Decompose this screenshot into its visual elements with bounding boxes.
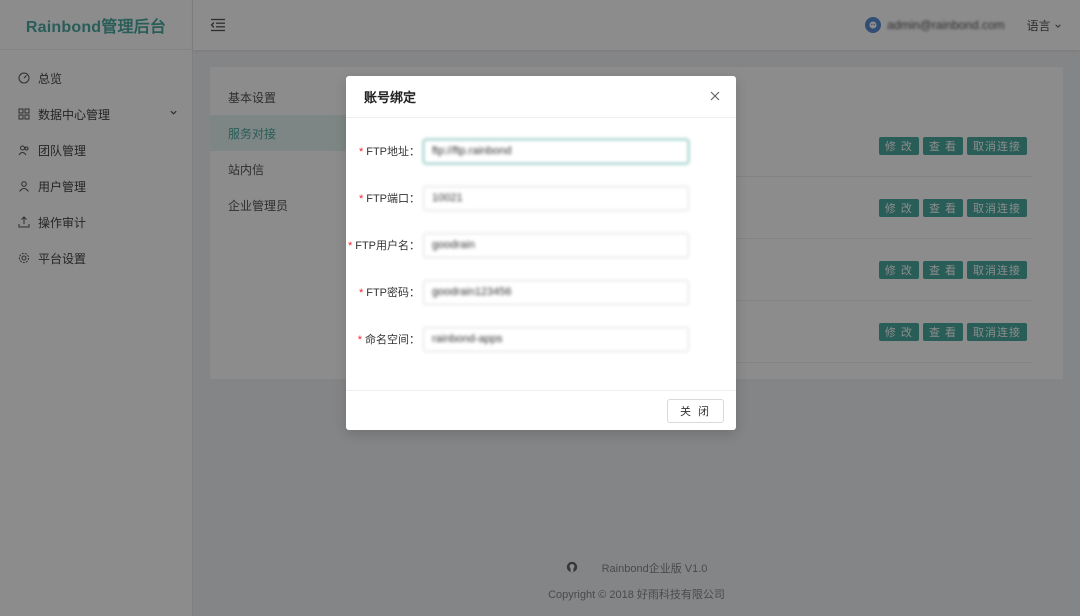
field-label: * FTP密码： — [358, 287, 420, 299]
field-label: * FTP地址： — [358, 146, 420, 158]
ftp-address-input[interactable] — [423, 138, 689, 164]
form-row-ftp-port: * FTP端口： — [346, 185, 736, 211]
close-button[interactable]: 关 闭 — [666, 398, 724, 423]
modal-footer: 关 闭 — [346, 390, 736, 430]
close-icon[interactable] — [708, 89, 722, 103]
required-mark: * — [358, 146, 364, 158]
required-mark: * — [358, 193, 364, 205]
required-mark: * — [358, 287, 364, 299]
account-binding-modal: 账号绑定 *FTP地址： *FTP端口： *FTP用户名： *FTP密码： *命… — [346, 76, 736, 430]
form-row-namespace: * 命名空间： — [346, 326, 736, 352]
field-label: * FTP端口： — [358, 193, 420, 205]
required-mark: * — [357, 334, 362, 346]
field-label: * FTP用户名： — [347, 240, 420, 252]
form-row-ftp-password: * FTP密码： — [346, 279, 736, 305]
required-mark: * — [347, 240, 353, 252]
modal-title: 账号绑定 — [364, 90, 417, 105]
modal-header: 账号绑定 — [346, 76, 736, 118]
field-label: * 命名空间： — [357, 334, 420, 346]
ftp-username-input[interactable] — [423, 232, 689, 258]
form-row-ftp-username: * FTP用户名： — [346, 232, 736, 258]
binding-form: *FTP地址： *FTP端口： *FTP用户名： *FTP密码： *命名空间： — [346, 118, 736, 352]
namespace-input[interactable] — [423, 326, 689, 352]
form-row-ftp-address: * FTP地址： — [346, 138, 736, 164]
ftp-password-input[interactable] — [423, 279, 689, 305]
ftp-port-input[interactable] — [423, 185, 689, 211]
